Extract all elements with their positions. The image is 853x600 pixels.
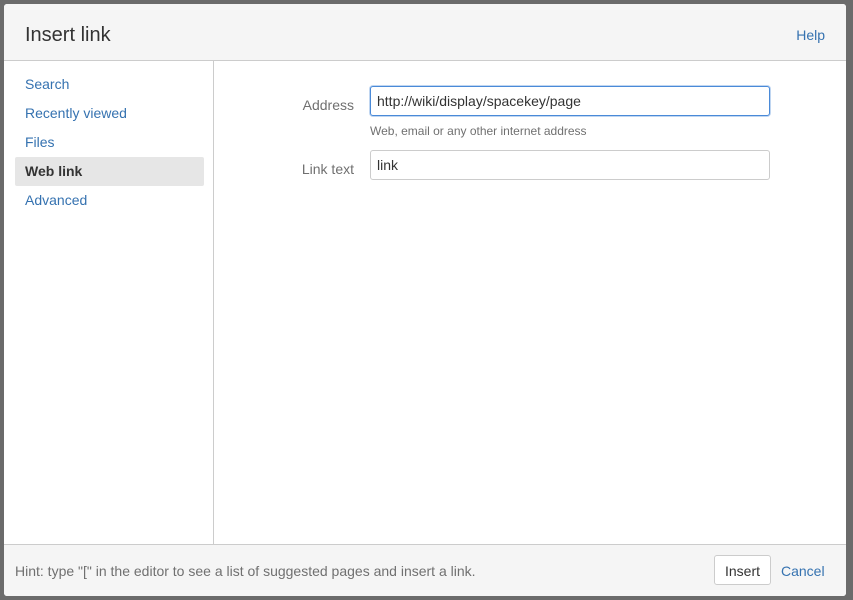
- help-link[interactable]: Help: [796, 27, 825, 43]
- link-text-label: Link text: [301, 161, 354, 177]
- address-description: Web, email or any other internet address: [370, 124, 587, 138]
- insert-link-dialog: Insert link Help Search Recently viewed …: [4, 4, 846, 596]
- footer-hint: Hint: type "[" in the editor to see a li…: [15, 563, 476, 579]
- dialog-title: Insert link: [25, 24, 111, 46]
- link-text-input[interactable]: [370, 150, 770, 180]
- sidebar-nav: Search Recently viewed Files Web link Ad…: [4, 61, 214, 544]
- sidebar-item-search[interactable]: Search: [15, 70, 204, 99]
- cancel-link[interactable]: Cancel: [781, 563, 825, 579]
- web-link-panel: Address Web, email or any other internet…: [214, 61, 846, 544]
- sidebar-item-recently-viewed[interactable]: Recently viewed: [15, 99, 204, 128]
- sidebar-item-files[interactable]: Files: [15, 128, 204, 157]
- address-label: Address: [302, 97, 354, 113]
- dialog-header: Insert link Help: [4, 4, 846, 61]
- insert-button[interactable]: Insert: [714, 555, 771, 585]
- address-input[interactable]: [370, 86, 770, 116]
- sidebar-item-advanced[interactable]: Advanced: [15, 186, 204, 215]
- sidebar-item-web-link[interactable]: Web link: [15, 157, 204, 186]
- dialog-footer: Hint: type "[" in the editor to see a li…: [4, 544, 846, 596]
